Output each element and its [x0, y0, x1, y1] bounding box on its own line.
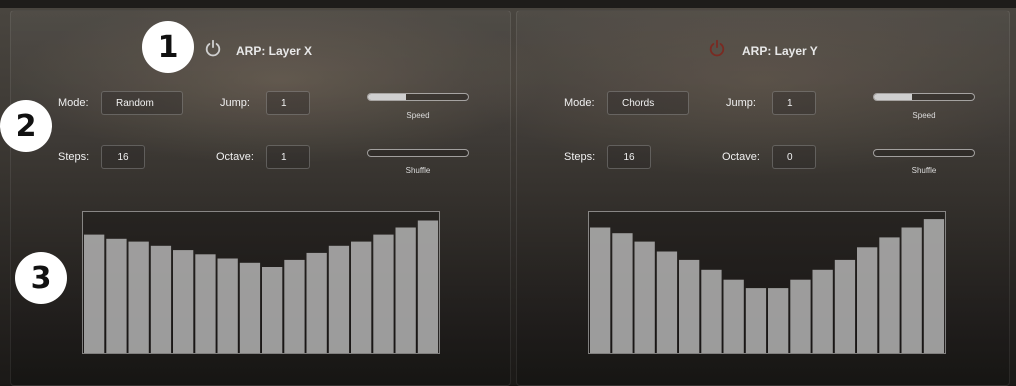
step-bar-16[interactable]: [417, 220, 439, 354]
step-bars[interactable]: [83, 212, 439, 353]
jump-label: Jump:: [220, 97, 250, 109]
step-bar-3[interactable]: [128, 241, 149, 353]
shuffle-label: Shuffle: [405, 166, 431, 175]
step-bar-9[interactable]: [768, 288, 789, 353]
arp-panel-layer-y: ARP: Layer Y Mode: Chords Jump: 1 Speed …: [516, 10, 1010, 386]
step-bar-3[interactable]: [634, 241, 655, 353]
shuffle-slider[interactable]: [367, 149, 469, 157]
step-bar-12[interactable]: [328, 245, 350, 353]
step-bar-15[interactable]: [901, 227, 922, 354]
steps-field[interactable]: 16: [101, 145, 145, 169]
step-bar-1[interactable]: [84, 234, 105, 353]
step-bar-13[interactable]: [351, 241, 372, 353]
step-bar-10[interactable]: [284, 259, 305, 353]
step-bar-12[interactable]: [834, 259, 856, 353]
step-bar-10[interactable]: [790, 279, 811, 353]
step-bar-14[interactable]: [879, 237, 900, 353]
shuffle-slider[interactable]: [873, 149, 975, 157]
jump-field[interactable]: 1: [772, 91, 816, 115]
step-bar-5[interactable]: [173, 250, 194, 353]
step-sequencer-graph[interactable]: [588, 211, 946, 354]
step-bar-14[interactable]: [373, 234, 394, 353]
step-bar-11[interactable]: [812, 269, 833, 353]
step-bar-8[interactable]: [745, 288, 767, 353]
step-bar-11[interactable]: [306, 252, 327, 353]
callout-badge-3: 3: [15, 252, 67, 304]
speed-slider[interactable]: [367, 93, 469, 101]
step-bar-4[interactable]: [656, 251, 678, 354]
power-icon[interactable]: [204, 39, 222, 57]
step-bar-2[interactable]: [612, 233, 633, 353]
step-sequencer-graph[interactable]: [82, 211, 440, 354]
panel-title: ARP: Layer X: [236, 44, 313, 58]
step-bars[interactable]: [589, 212, 945, 353]
shuffle-label: Shuffle: [911, 166, 937, 175]
step-bar-9[interactable]: [262, 267, 283, 353]
step-bar-1[interactable]: [590, 227, 611, 354]
step-bar-4[interactable]: [150, 245, 172, 353]
octave-field[interactable]: 0: [772, 145, 816, 169]
arp-panel-layer-x: ARP: Layer X Mode: Random Jump: 1 Speed …: [10, 10, 511, 386]
mode-select[interactable]: Chords: [607, 91, 689, 115]
callout-badge-1: 1: [142, 21, 194, 73]
power-icon[interactable]: [708, 39, 726, 57]
steps-label: Steps:: [58, 151, 90, 163]
step-bar-2[interactable]: [106, 238, 127, 353]
octave-field[interactable]: 1: [266, 145, 310, 169]
step-bar-7[interactable]: [723, 279, 744, 353]
step-bar-6[interactable]: [195, 254, 216, 353]
mode-label: Mode:: [58, 97, 89, 109]
jump-label: Jump:: [726, 97, 756, 109]
step-bar-15[interactable]: [395, 227, 416, 354]
jump-field[interactable]: 1: [266, 91, 310, 115]
octave-label: Octave:: [722, 151, 760, 163]
speed-slider[interactable]: [873, 93, 975, 101]
steps-field[interactable]: 16: [607, 145, 651, 169]
panel-title: ARP: Layer Y: [742, 44, 818, 58]
octave-label: Octave:: [216, 151, 254, 163]
step-bar-13[interactable]: [857, 247, 878, 353]
step-bar-6[interactable]: [701, 269, 722, 353]
step-bar-5[interactable]: [679, 259, 700, 353]
speed-label: Speed: [912, 111, 936, 120]
callout-badge-2: 2: [0, 100, 52, 152]
step-bar-16[interactable]: [923, 219, 945, 353]
speed-label: Speed: [406, 111, 430, 120]
steps-label: Steps:: [564, 151, 596, 163]
top-border: [0, 0, 1016, 8]
mode-select[interactable]: Random: [101, 91, 183, 115]
step-bar-7[interactable]: [217, 258, 238, 354]
mode-label: Mode:: [564, 97, 595, 109]
step-bar-8[interactable]: [239, 262, 261, 353]
